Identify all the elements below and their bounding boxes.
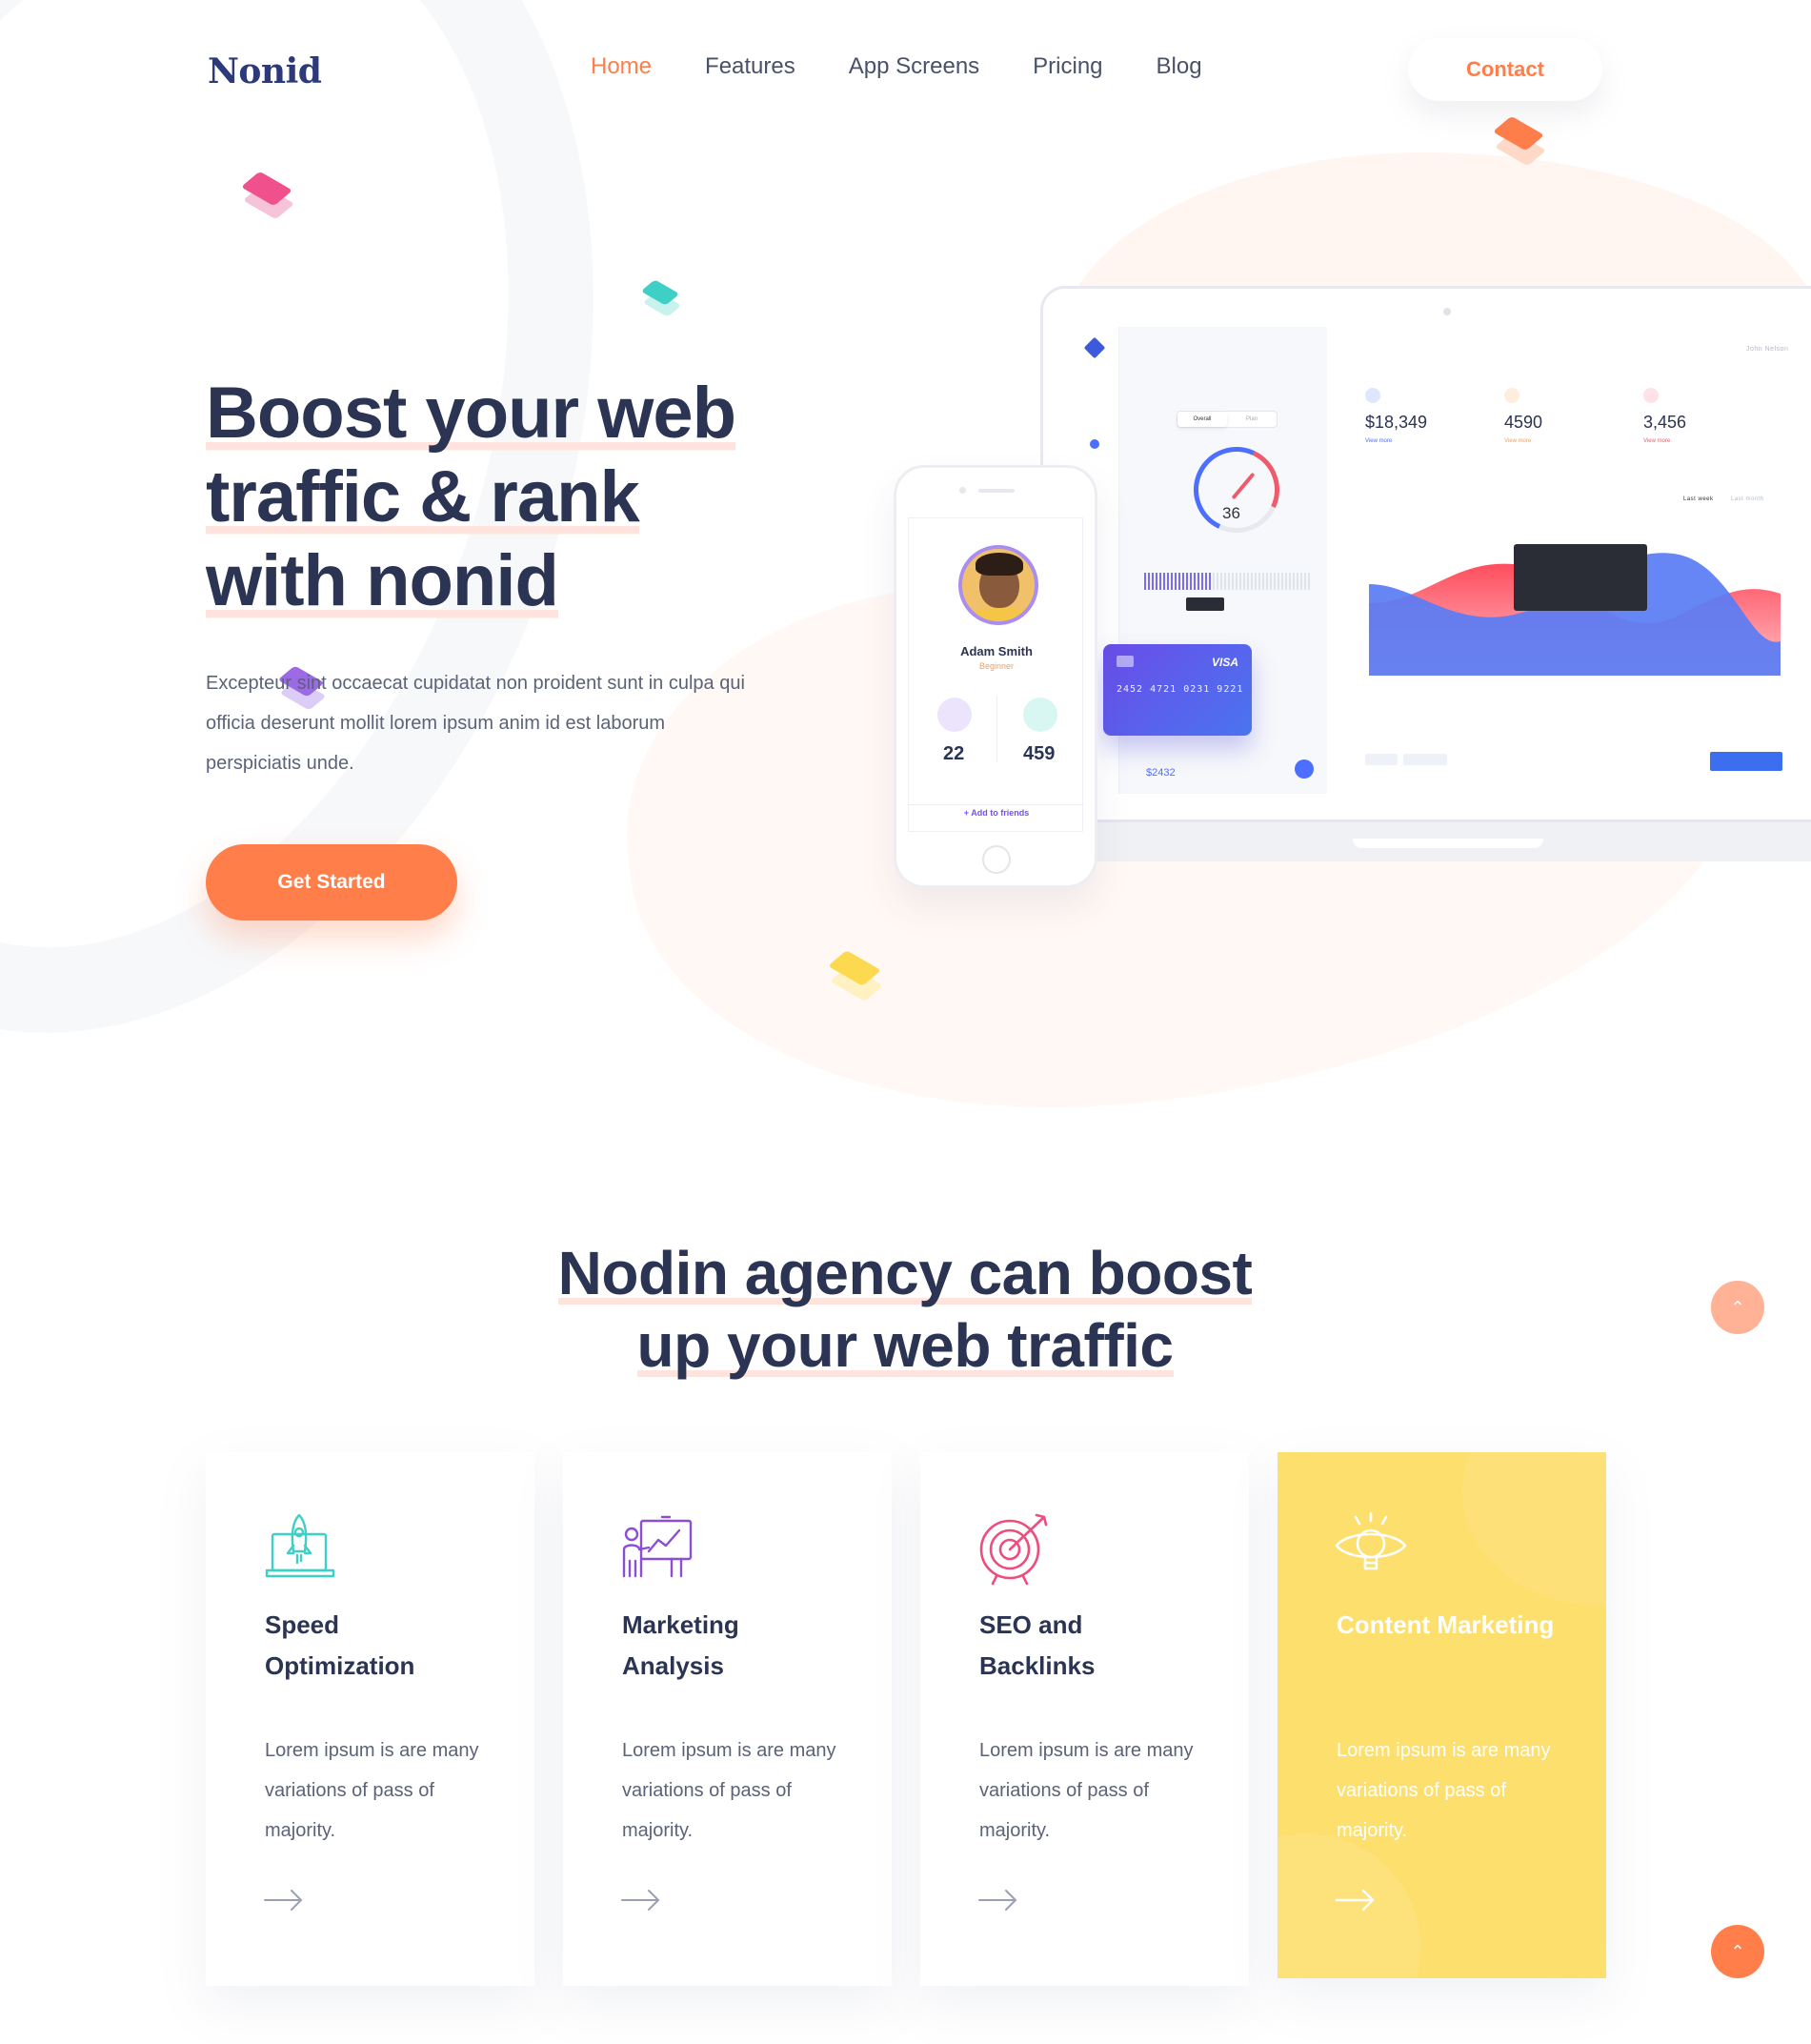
divider (909, 804, 1084, 805)
payment-close-icon (1295, 759, 1314, 779)
score-tabs: Overall Plan (1177, 411, 1278, 428)
services-title-line: Nodin agency can boost (557, 1239, 1253, 1307)
arrow-right-icon[interactable] (1335, 1889, 1377, 1912)
contact-button[interactable]: Contact (1408, 38, 1602, 101)
payment-value: $2432 (1146, 767, 1176, 779)
chart-filter-tags (1365, 754, 1447, 765)
service-card-content[interactable]: Content Marketing Lorem ipsum is are man… (1278, 1452, 1606, 1978)
stat-revenue: $18,349 View more (1365, 388, 1427, 444)
get-started-button[interactable]: Get Started (206, 844, 457, 921)
user-name: John Nelson (1746, 346, 1789, 353)
service-title: Content Marketing (1337, 1610, 1555, 1639)
profile-name: Adam Smith (960, 644, 1033, 658)
hero-description: Excepteur sint occaecat cupidatat non pr… (206, 673, 745, 774)
chevron-up-icon: ⌃ (1730, 1941, 1745, 1962)
dashboard-main: John Nelson $18,349 View more 4590 View … (1327, 327, 1811, 794)
services-title: Nodin agency can boost up your web traff… (429, 1237, 1381, 1382)
card-chip-icon (1117, 656, 1134, 667)
chart-tooltip (1514, 544, 1647, 611)
nav-app-screens[interactable]: App Screens (849, 53, 979, 80)
presentation-chart-icon (622, 1515, 693, 1578)
phone-home-button (982, 845, 1011, 874)
service-description: Lorem ipsum is are many variations of pa… (265, 1740, 479, 1841)
scroll-top-button[interactable]: ⌃ (1711, 1925, 1764, 1978)
chevron-up-icon: ⌃ (1730, 1297, 1745, 1318)
service-description: Lorem ipsum is are many variations of pa… (622, 1740, 836, 1841)
hero-title-line: Boost your web (206, 373, 736, 454)
landing-page: Nonid Home Features App Screens Pricing … (0, 0, 1811, 2044)
tab-last-month: Last month (1731, 496, 1764, 502)
phone-speaker (978, 489, 1015, 493)
nav-home[interactable]: Home (591, 53, 652, 80)
laptop-camera (1443, 308, 1451, 315)
arrow-right-icon[interactable] (263, 1889, 305, 1912)
service-card-marketing[interactable]: Marketing Analysis Lorem ipsum is are ma… (563, 1452, 892, 1986)
lightbulb-eye-icon (1335, 1511, 1407, 1570)
service-title: Marketing Analysis (622, 1610, 739, 1680)
service-title: Speed Optimization (265, 1610, 415, 1680)
credit-card-visual: VISA 2452 4721 0231 9221 (1103, 644, 1252, 736)
brand-logo[interactable]: Nonid (208, 51, 322, 91)
add-to-friends-link: + Add to friends (963, 808, 1030, 818)
service-card-speed[interactable]: Speed Optimization Lorem ipsum is are ma… (206, 1452, 534, 1986)
rocket-laptop-icon (265, 1513, 335, 1578)
hero-title-line: with nonid (206, 540, 559, 621)
laptop-mockup: Overall Plan 36 $2432 John Nelson $18,34… (1040, 286, 1811, 825)
gauge-value: 36 (1222, 504, 1240, 522)
hero-title-line: traffic & rank (206, 456, 640, 537)
phone-mockup: Adam Smith Beginner 22 459 + Add to frie… (894, 465, 1097, 888)
tab-last-week: Last week (1683, 496, 1714, 502)
profile-stat-right: 459 (1023, 743, 1056, 764)
stat-rating: 3,456 View more (1643, 388, 1686, 444)
dashboard-logo-icon (1083, 336, 1106, 359)
divider (996, 696, 997, 762)
card-brand: VISA (1211, 656, 1238, 669)
card-decoration (1462, 1452, 1606, 1605)
person-icon (1504, 388, 1519, 403)
annual-report-button (1710, 752, 1782, 771)
phone-camera (959, 487, 966, 494)
nav-features[interactable]: Features (705, 53, 795, 80)
service-title: SEO and Backlinks (979, 1610, 1096, 1680)
stat-count: 4590 View more (1504, 388, 1542, 444)
service-description: Lorem ipsum is are many variations of pa… (1337, 1740, 1551, 1841)
star-icon (1643, 388, 1659, 403)
profile-stat-left: 22 (943, 743, 965, 764)
star-icon (1023, 698, 1057, 732)
services-title-line: up your web traffic (636, 1311, 1174, 1380)
profile-screen: Adam Smith Beginner 22 459 + Add to frie… (908, 517, 1084, 832)
tab-overall: Overall (1177, 412, 1227, 427)
user-icon (1365, 388, 1380, 403)
award-icon (937, 698, 972, 732)
service-description: Lorem ipsum is are many variations of pa… (979, 1740, 1194, 1841)
arrow-right-icon[interactable] (620, 1889, 662, 1912)
service-cards: Speed Optimization Lorem ipsum is are ma… (206, 1452, 1606, 1986)
scroll-top-button[interactable]: ⌃ (1711, 1281, 1764, 1334)
duration-tooltip (1186, 597, 1224, 611)
avatar (958, 545, 1038, 625)
nav-blog[interactable]: Blog (1157, 53, 1202, 80)
profile-level: Beginner (978, 661, 1015, 671)
hero-title: Boost your web traffic & rank with nonid (206, 372, 815, 623)
main-nav: Home Features App Screens Pricing Blog (591, 53, 1202, 80)
arrow-right-icon[interactable] (977, 1889, 1019, 1912)
duration-bars (1144, 573, 1310, 590)
nav-pricing[interactable]: Pricing (1033, 53, 1102, 80)
card-number: 2452 4721 0231 9221 (1117, 684, 1244, 695)
laptop-notch (1353, 839, 1543, 848)
service-card-seo[interactable]: SEO and Backlinks Lorem ipsum is are man… (920, 1452, 1249, 1986)
tab-plan: Plan (1245, 416, 1258, 422)
target-icon (979, 1513, 1048, 1586)
sidebar-active-dot (1090, 439, 1099, 449)
